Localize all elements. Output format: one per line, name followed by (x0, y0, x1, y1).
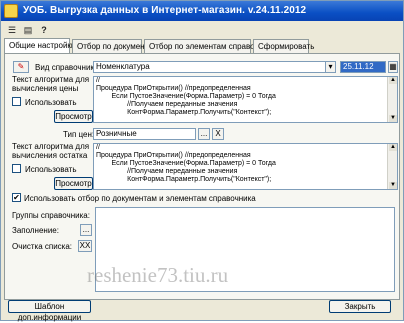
vertical-scrollbar[interactable]: ▲ ▼ (387, 144, 397, 189)
filter-checkbox[interactable]: ✔ (12, 193, 21, 202)
price-use-checkbox[interactable] (12, 97, 21, 106)
stock-use-label: Использовать (25, 165, 77, 174)
title-bar[interactable]: УОБ. Выгрузка данных в Интернет-магазин.… (1, 1, 403, 21)
catalog-label: Вид справочника: (35, 63, 101, 72)
price-type-value: Розничные (96, 129, 137, 138)
fill-button[interactable]: ... (80, 224, 92, 236)
price-code-editor[interactable]: // Процедура ПриОткрытии() //предопредел… (93, 76, 398, 123)
price-type-field[interactable]: Розничные (93, 128, 196, 140)
price-algo-label-1: Текст алгоритма для (12, 75, 90, 84)
toolbar: ☰ ▤ ? (1, 22, 403, 38)
scroll-down-icon[interactable]: ▼ (389, 115, 397, 122)
code-line: // (96, 77, 100, 84)
stock-use-checkbox[interactable] (12, 164, 21, 173)
code-line: Процедура ПриОткрытии() //предопределенн… (96, 85, 251, 92)
footer-bar: Шаблон доп.информации Закрыть (4, 300, 400, 322)
tab-generate[interactable]: Сформировать (253, 39, 314, 54)
code-line: // (96, 144, 100, 151)
fill-label: Заполнение: (12, 226, 59, 235)
edit-pencil-icon[interactable]: ✎ (13, 61, 29, 73)
scroll-up-icon[interactable]: ▲ (389, 77, 397, 84)
price-algo-label-2: вычисления цены (12, 84, 79, 93)
groups-label: Группы справочника: (12, 211, 90, 220)
date-field[interactable]: 25.11.12 (340, 61, 386, 73)
stock-code-editor[interactable]: // Процедура ПриОткрытии() //предопредел… (93, 143, 398, 190)
price-type-label: Тип цен: (63, 130, 95, 139)
chevron-down-icon[interactable]: ▾ (325, 61, 336, 73)
app-window: УОБ. Выгрузка данных в Интернет-магазин.… (0, 0, 404, 322)
calendar-icon[interactable]: ▦ (388, 61, 398, 73)
stock-view-button[interactable]: Просмотр (54, 177, 93, 190)
window-title: УОБ. Выгрузка данных в Интернет-магазин.… (23, 5, 307, 16)
code-line: //Получаем переданные значения (96, 168, 238, 175)
price-view-button[interactable]: Просмотр (54, 110, 93, 123)
price-use-label: Использовать (25, 98, 77, 107)
scroll-up-icon[interactable]: ▲ (389, 144, 397, 151)
tab-catalog-filter[interactable]: Отбор по элементам справочника (144, 39, 276, 54)
code-line: Если ПустоеЗначение(Форма.Параметр) = 0 … (96, 160, 276, 167)
list-icon[interactable]: ☰ (5, 24, 19, 36)
stock-algo-label-2: вычисления остатка (12, 151, 88, 160)
filter-checkbox-label: Использовать отбор по документам и элеме… (24, 194, 256, 203)
tab-document-filter[interactable]: Отбор по документам (72, 39, 158, 54)
stock-algo-label-1: Текст алгоритма для (12, 142, 90, 151)
vertical-scrollbar[interactable]: ▲ ▼ (387, 77, 397, 122)
catalog-value: Номенклатура (96, 62, 150, 71)
app-icon (4, 4, 18, 18)
help-icon[interactable]: ? (37, 24, 51, 36)
select-button[interactable]: ... (198, 128, 210, 140)
close-button[interactable]: Закрыть (329, 300, 391, 313)
catalog-select[interactable]: Номенклатура (93, 61, 336, 73)
code-line: КонтФорма.Параметр.Получить("Контекст"); (96, 109, 272, 116)
clear-list-label: Очистка списка: (12, 242, 73, 251)
code-line: //Получаем переданные значения (96, 101, 238, 108)
watermark-text: reshenie73.tiu.ru (87, 263, 229, 287)
clear-icon[interactable]: X (212, 128, 224, 140)
scroll-down-icon[interactable]: ▼ (389, 182, 397, 189)
code-line: Если ПустоеЗначение(Форма.Параметр) = 0 … (96, 93, 276, 100)
clear-list-button[interactable]: XX (78, 240, 92, 252)
tab-general-settings[interactable]: Общие настройки (4, 38, 75, 54)
code-line: КонтФорма.Параметр.Получить("Контекст"); (96, 176, 272, 183)
save-icon[interactable]: ▤ (21, 24, 35, 36)
code-line: Процедура ПриОткрытии() //предопределенн… (96, 152, 251, 159)
template-button[interactable]: Шаблон доп.информации (8, 300, 91, 322)
